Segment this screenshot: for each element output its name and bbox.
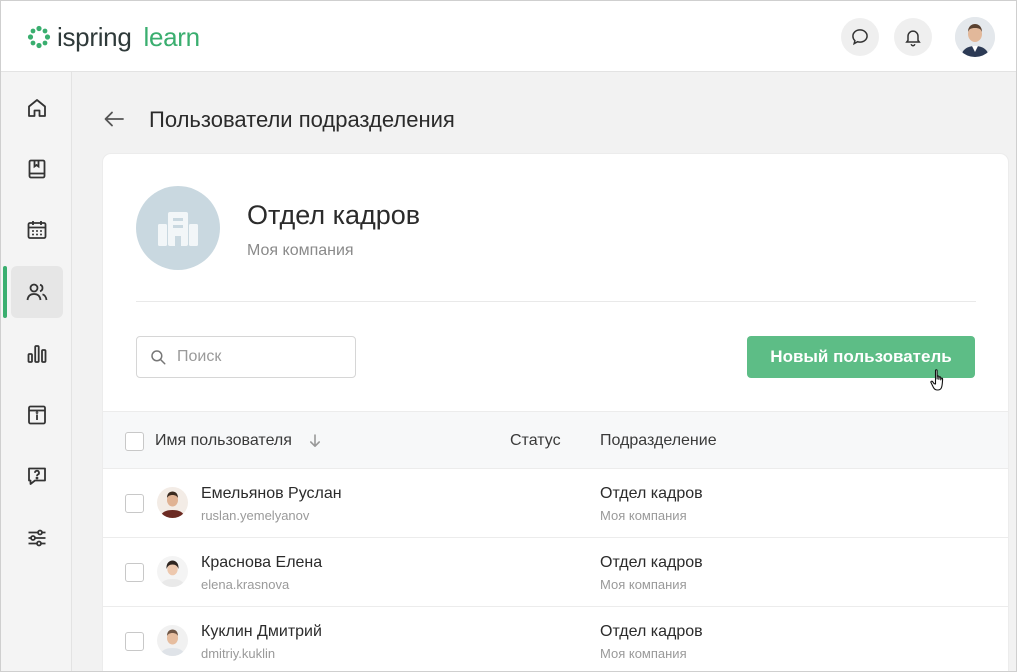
- user-company: Моя компания: [600, 508, 687, 523]
- user-photo-icon: [157, 625, 188, 656]
- department-name: Отдел кадров: [247, 200, 421, 230]
- department-card: Отдел кадров Моя компания Новый пользова…: [103, 154, 1008, 671]
- bell-icon: [905, 30, 921, 47]
- ispring-logo-icon: [27, 25, 51, 49]
- top-header: ispring learn: [1, 1, 1016, 72]
- avatar: [157, 487, 188, 518]
- column-header-department[interactable]: Подразделение: [600, 432, 717, 450]
- book-icon: [28, 159, 46, 179]
- avatar: [157, 625, 188, 656]
- user-department: Отдел кадров: [600, 623, 703, 640]
- user-avatar[interactable]: [955, 17, 995, 57]
- back-button[interactable]: [102, 108, 126, 130]
- calendar-icon: [27, 221, 47, 239]
- department-company: Моя компания: [247, 242, 354, 259]
- user-photo-icon: [157, 556, 188, 587]
- logo-text-ispring: ispring: [57, 21, 132, 52]
- column-header-status[interactable]: Статус: [510, 432, 561, 450]
- app-window: ispring learn Пользователи подразделения…: [0, 0, 1017, 672]
- sidebar-item-reports[interactable]: [11, 328, 63, 380]
- user-name[interactable]: Куклин Дмитрий: [201, 623, 322, 641]
- user-photo-icon: [157, 487, 188, 518]
- user-name[interactable]: Краснова Елена: [201, 554, 322, 572]
- arrow-left-icon: [104, 111, 124, 127]
- user-company: Моя компания: [600, 577, 687, 592]
- user-name[interactable]: Емельянов Руслан: [201, 485, 342, 503]
- home-icon: [28, 99, 46, 117]
- hand-cursor-icon: [930, 369, 944, 391]
- sort-arrow-down-icon[interactable]: [309, 434, 321, 448]
- sidebar-item-help[interactable]: [11, 450, 63, 502]
- user-login: ruslan.yemelyanov: [201, 508, 310, 523]
- department-avatar: [136, 186, 220, 270]
- table-row[interactable]: Краснова Елена elena.krasnova Отдел кадр…: [103, 538, 1008, 607]
- row-checkbox[interactable]: [125, 563, 144, 582]
- page-title: Пользователи подразделения: [149, 107, 455, 132]
- notifications-button[interactable]: [894, 18, 932, 56]
- table-row[interactable]: Емельянов Руслан ruslan.yemelyanov Отдел…: [103, 469, 1008, 538]
- table-row[interactable]: Куклин Дмитрий dmitriy.kuklin Отдел кадр…: [103, 607, 1008, 671]
- sidebar: [1, 72, 72, 671]
- sidebar-item-users[interactable]: [11, 266, 63, 318]
- users-icon: [26, 283, 48, 301]
- logo-text-learn: learn: [143, 21, 201, 52]
- building-icon: [158, 212, 198, 246]
- sidebar-item-home[interactable]: [11, 82, 63, 134]
- user-login: dmitriy.kuklin: [201, 646, 276, 661]
- sliders-icon: [28, 529, 46, 547]
- select-all-checkbox[interactable]: [125, 432, 144, 451]
- chat-icon: [852, 29, 868, 46]
- table-header: Имя пользователя Статус Подразделение: [103, 411, 1008, 469]
- search-box[interactable]: [136, 336, 356, 378]
- search-input[interactable]: [177, 348, 337, 366]
- sidebar-item-courses[interactable]: [11, 143, 63, 195]
- user-avatar-photo-icon: [955, 17, 995, 57]
- chat-button[interactable]: [841, 18, 879, 56]
- user-company: Моя компания: [600, 646, 687, 661]
- user-department: Отдел кадров: [600, 485, 703, 502]
- divider: [136, 301, 976, 302]
- info-icon: [28, 405, 46, 425]
- sidebar-item-settings[interactable]: [11, 512, 63, 564]
- logo[interactable]: ispring learn: [27, 21, 200, 53]
- row-checkbox[interactable]: [125, 494, 144, 513]
- user-department: Отдел кадров: [600, 554, 703, 571]
- search-icon: [151, 350, 166, 365]
- user-login: elena.krasnova: [201, 577, 290, 592]
- column-header-name[interactable]: Имя пользователя: [155, 432, 292, 450]
- sidebar-item-info[interactable]: [11, 389, 63, 441]
- question-icon: [28, 467, 46, 485]
- sidebar-active-indicator: [3, 266, 7, 318]
- bar-chart-icon: [27, 345, 47, 363]
- sidebar-item-calendar[interactable]: [11, 204, 63, 256]
- avatar: [157, 556, 188, 587]
- row-checkbox[interactable]: [125, 632, 144, 651]
